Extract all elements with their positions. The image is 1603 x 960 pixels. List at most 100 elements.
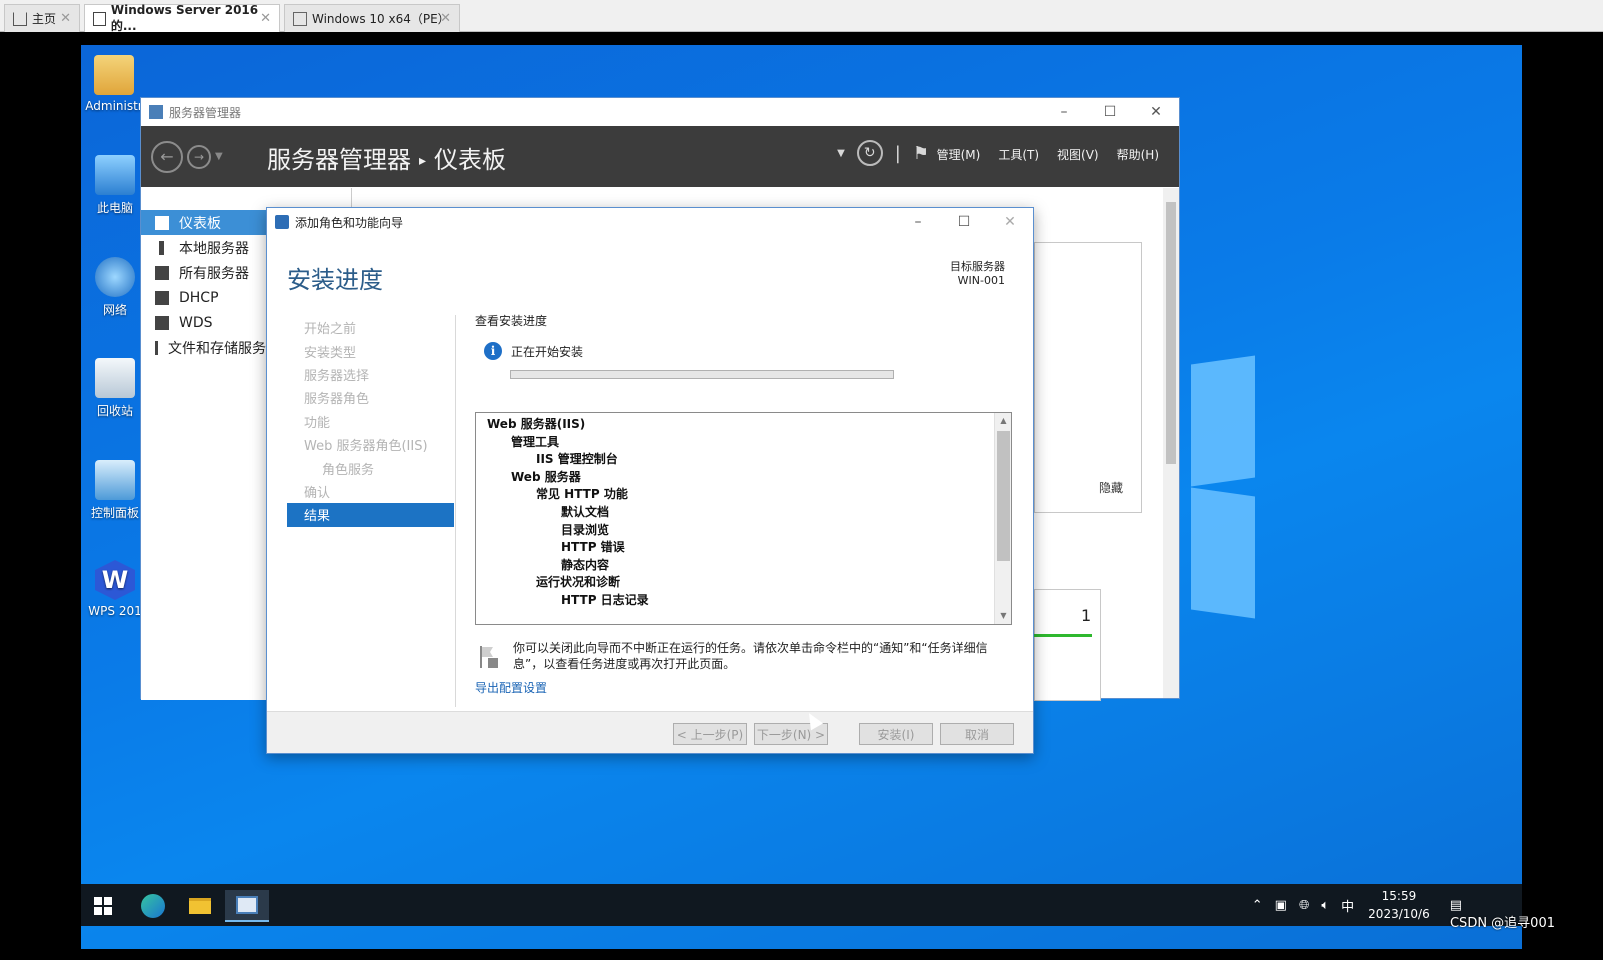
ime-indicator[interactable]: 中: [1341, 896, 1354, 915]
tile-count: 1: [1081, 606, 1092, 625]
server-manager-app-icon: [149, 105, 163, 119]
sidebar-item-wds[interactable]: WDS: [141, 310, 266, 335]
cancel-button[interactable]: 取消: [940, 723, 1014, 745]
export-config-link[interactable]: 导出配置设置: [475, 679, 547, 696]
edge-button[interactable]: [131, 890, 175, 922]
step-before-you-begin[interactable]: 开始之前: [287, 316, 454, 339]
minimize-button[interactable]: –: [1041, 98, 1087, 126]
sidebar-item-label: 文件和存储服务: [168, 340, 266, 357]
step-results[interactable]: 结果: [287, 503, 454, 527]
target-server: 目标服务器 WIN-001: [950, 260, 1005, 288]
computer-icon: [95, 155, 135, 195]
view-progress-label: 查看安装进度: [475, 314, 548, 328]
host-tab-home[interactable]: 主页 ✕: [4, 4, 80, 32]
forward-button[interactable]: →: [187, 144, 211, 169]
add-roles-wizard: 添加角色和功能向导 – ☐ ✕ 安装进度 目标服务器 WIN-001 开始之前 …: [266, 207, 1034, 754]
desktop-icon-label: 网络: [102, 303, 127, 317]
host-tab-server2016[interactable]: Windows Server 2016 的... ✕: [84, 3, 280, 33]
results-list[interactable]: Web 服务器(IIS) 管理工具 IIS 管理控制台 Web 服务器 常见 H…: [475, 412, 1012, 625]
maximize-button[interactable]: ☐: [1087, 98, 1133, 126]
host-tab-win10pe[interactable]: Windows 10 x64（PE） ✕: [284, 4, 460, 32]
step-installation-type[interactable]: 安装类型: [287, 339, 454, 362]
hide-link[interactable]: 隐藏: [1099, 479, 1123, 496]
step-server-selection[interactable]: 服务器选择: [287, 363, 454, 386]
list-item: Web 服务器: [511, 469, 581, 484]
menu-tools[interactable]: 工具(T): [998, 146, 1039, 163]
close-icon[interactable]: ✕: [260, 11, 271, 26]
minimize-button[interactable]: –: [895, 208, 941, 236]
results-items: Web 服务器(IIS) 管理工具 IIS 管理控制台 Web 服务器 常见 H…: [476, 416, 993, 610]
previous-button[interactable]: < 上一步(P): [673, 723, 747, 745]
start-button[interactable]: [81, 890, 125, 922]
history-dropdown-icon[interactable]: ▼: [215, 151, 223, 162]
sidebar-item-file-storage[interactable]: 文件和存储服务: [141, 335, 266, 360]
sidebar-item-label: 所有服务器: [179, 265, 249, 282]
volume-muted-icon[interactable]: 🔈︎: [1321, 898, 1329, 913]
file-storage-icon: [155, 340, 158, 355]
show-hidden-icons-icon[interactable]: ⌃: [1252, 898, 1263, 913]
wizard-steps: 开始之前 安装类型 服务器选择 服务器角色 功能 Web 服务器角色(IIS) …: [287, 316, 454, 527]
desktop-icon-administrator[interactable]: Administr: [84, 55, 144, 113]
list-item: 静态内容: [561, 557, 610, 572]
desktop-icon-network[interactable]: 网络: [85, 257, 145, 318]
menu-manage[interactable]: 管理(M): [937, 146, 981, 163]
step-role-services[interactable]: 角色服务: [287, 456, 454, 479]
wizard-footer: < 上一步(P) 下一步(N) > 安装(I) 取消: [267, 711, 1033, 753]
close-icon[interactable]: ✕: [440, 11, 451, 26]
desktop-icon-label: WPS 201: [88, 604, 142, 618]
scroll-down-icon[interactable]: ▼: [995, 608, 1011, 624]
menu-bar: 管理(M) 工具(T) 视图(V) 帮助(H): [937, 146, 1159, 163]
menu-view[interactable]: 视图(V): [1057, 146, 1099, 163]
network-icon[interactable]: 🌐︎: [1299, 898, 1309, 913]
server-manager-taskbar-button[interactable]: [225, 890, 269, 922]
host-tab-strip: 主页 ✕ Windows Server 2016 的... ✕ Windows …: [0, 0, 1603, 33]
desktop-icon-wps[interactable]: W WPS 201: [85, 560, 145, 618]
step-confirmation[interactable]: 确认: [287, 480, 454, 503]
desktop-icon-recycle-bin[interactable]: 回收站: [85, 358, 145, 419]
sidebar-item-label: WDS: [179, 314, 213, 331]
wds-icon: [155, 315, 169, 330]
divider: [455, 315, 456, 707]
sidebar-item-all-servers[interactable]: 所有服务器: [141, 260, 266, 285]
notifications-flag-icon[interactable]: ⚑: [913, 143, 929, 164]
sidebar-item-dashboard[interactable]: 仪表板: [141, 210, 266, 235]
clock[interactable]: 15:59 2023/10/6: [1368, 887, 1430, 923]
info-icon: i: [484, 342, 502, 360]
breadcrumb: 服务器管理器 ▸ 仪表板: [267, 140, 506, 175]
scrollbar-thumb[interactable]: [1166, 202, 1176, 464]
desktop-icon-control-panel[interactable]: 控制面板: [85, 460, 145, 521]
scroll-up-icon[interactable]: ▲: [995, 413, 1011, 429]
install-button[interactable]: 安装(I): [859, 723, 933, 745]
sidebar-item-dhcp[interactable]: DHCP: [141, 285, 266, 310]
refresh-icon[interactable]: ↻: [856, 140, 883, 166]
sidebar-item-local-server[interactable]: 本地服务器: [141, 235, 266, 260]
back-button[interactable]: ←: [151, 140, 183, 173]
maximize-button[interactable]: ☐: [941, 208, 987, 236]
device-icon[interactable]: ▣: [1275, 898, 1287, 913]
server-icon: [159, 240, 164, 255]
close-button[interactable]: ✕: [1133, 98, 1179, 126]
scrollbar-thumb[interactable]: [997, 431, 1010, 561]
desktop-icon-this-pc[interactable]: 此电脑: [85, 155, 145, 216]
step-features[interactable]: 功能: [287, 410, 454, 433]
file-explorer-button[interactable]: [178, 890, 222, 922]
host-tab-label: Windows 10 x64（PE）: [312, 12, 450, 26]
close-icon[interactable]: ✕: [60, 11, 71, 26]
target-server-label: 目标服务器: [950, 260, 1005, 273]
step-web-server-role[interactable]: Web 服务器角色(IIS): [287, 433, 454, 456]
vertical-scrollbar[interactable]: [1163, 188, 1179, 698]
desktop-icon-label: 此电脑: [96, 201, 133, 215]
step-server-roles[interactable]: 服务器角色: [287, 386, 454, 409]
desktop-icon-label: Administr: [85, 99, 143, 113]
dhcp-icon: [155, 290, 169, 305]
wizard-titlebar: 添加角色和功能向导 – ☐ ✕: [267, 208, 1033, 236]
close-button[interactable]: ✕: [987, 208, 1033, 236]
menu-help[interactable]: 帮助(H): [1117, 146, 1159, 163]
results-scrollbar[interactable]: ▲ ▼: [994, 413, 1011, 624]
action-center-icon[interactable]: ▤: [1450, 898, 1462, 913]
list-item: HTTP 日志记录: [561, 592, 649, 607]
server-manager-icon: [236, 896, 258, 914]
dropdown-arrow-icon[interactable]: ▼: [837, 148, 845, 159]
sidebar-item-label: 本地服务器: [179, 240, 249, 257]
task-flag-icon: [479, 644, 499, 670]
